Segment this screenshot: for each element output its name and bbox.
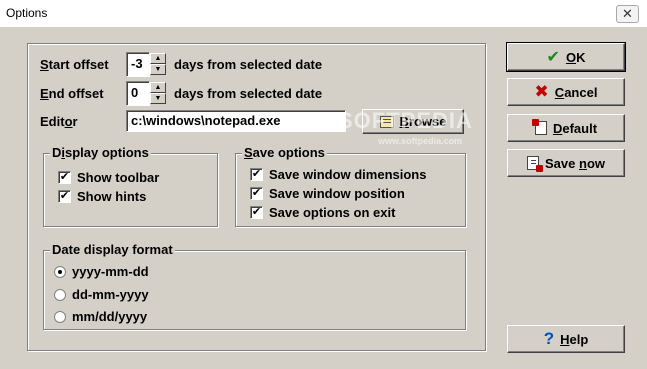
spin-up-icon[interactable]: ▲ <box>150 53 166 64</box>
save-window-dimensions-checkbox[interactable]: ✔ Save window dimensions <box>250 167 426 182</box>
spin-up-icon[interactable]: ▲ <box>150 82 166 93</box>
close-icon: ✕ <box>622 6 633 21</box>
editor-label: Editor <box>40 114 78 129</box>
softpedia-watermark: SOFTPEDIA <box>338 108 473 133</box>
save-window-position-checkbox[interactable]: ✔ Save window position <box>250 186 405 201</box>
ok-button[interactable]: ✔ OK <box>506 42 626 72</box>
radio-unselected-icon[interactable] <box>54 288 66 301</box>
end-offset-spinner[interactable]: ▲ ▼ <box>150 82 166 105</box>
cancel-button[interactable]: ✖ Cancel <box>507 78 625 106</box>
spin-down-icon[interactable]: ▼ <box>150 93 166 104</box>
help-button[interactable]: ? Help <box>507 325 625 353</box>
start-offset-suffix: days from selected date <box>174 57 323 72</box>
show-toolbar-checkbox[interactable]: ✔ Show toolbar <box>58 170 159 185</box>
spin-down-icon[interactable]: ▼ <box>150 64 166 75</box>
save-document-icon <box>527 156 543 172</box>
date-format-legend: Date display format <box>50 242 175 257</box>
checkbox-checked-icon[interactable]: ✔ <box>250 206 263 219</box>
end-offset-label: End offset <box>40 86 104 101</box>
save-options-group: Save options ✔ Save window dimensions ✔ … <box>235 145 466 227</box>
show-hints-checkbox[interactable]: ✔ Show hints <box>58 189 146 204</box>
checkbox-checked-icon[interactable]: ✔ <box>58 190 71 203</box>
checkbox-checked-icon[interactable]: ✔ <box>250 168 263 181</box>
format-yyyy-mm-dd-radio[interactable]: yyyy-mm-dd <box>54 264 149 279</box>
checkbox-checked-icon[interactable]: ✔ <box>58 171 71 184</box>
start-offset-input[interactable]: -3 <box>126 52 150 77</box>
softpedia-url-watermark: www.softpedia.com <box>378 136 463 146</box>
format-mm-dd-yyyy-radio[interactable]: mm/dd/yyyy <box>54 309 147 324</box>
default-document-icon <box>531 119 547 135</box>
save-now-button[interactable]: Save now <box>507 149 625 177</box>
save-options-legend: Save options <box>242 145 327 160</box>
title-bar: Options ✕ <box>0 0 647 28</box>
display-options-group: Display options ✔ Show toolbar ✔ Show hi… <box>43 145 218 227</box>
radio-unselected-icon[interactable] <box>54 310 66 323</box>
close-button[interactable]: ✕ <box>616 5 639 23</box>
question-mark-icon: ? <box>543 329 555 348</box>
start-offset-label: Start offset <box>40 57 109 72</box>
default-button[interactable]: Default <box>507 114 625 142</box>
cancel-x-icon: ✖ <box>534 82 549 101</box>
date-format-group: Date display format yyyy-mm-dd dd-mm-yyy… <box>43 242 466 330</box>
save-options-on-exit-checkbox[interactable]: ✔ Save options on exit <box>250 205 395 220</box>
checkbox-checked-icon[interactable]: ✔ <box>250 187 263 200</box>
display-options-legend: Display options <box>50 145 151 160</box>
format-dd-mm-yyyy-radio[interactable]: dd-mm-yyyy <box>54 287 149 302</box>
start-offset-spinner[interactable]: ▲ ▼ <box>150 53 166 76</box>
checkmark-icon: ✔ <box>546 49 560 66</box>
editor-path-input[interactable]: c:\windows\notepad.exe <box>126 110 346 132</box>
radio-selected-icon[interactable] <box>54 265 66 278</box>
end-offset-suffix: days from selected date <box>174 86 323 101</box>
window-title: Options <box>6 6 48 20</box>
dialog-client: Start offset -3 ▲ ▼ days from selected d… <box>0 28 647 369</box>
end-offset-input[interactable]: 0 <box>126 81 150 106</box>
